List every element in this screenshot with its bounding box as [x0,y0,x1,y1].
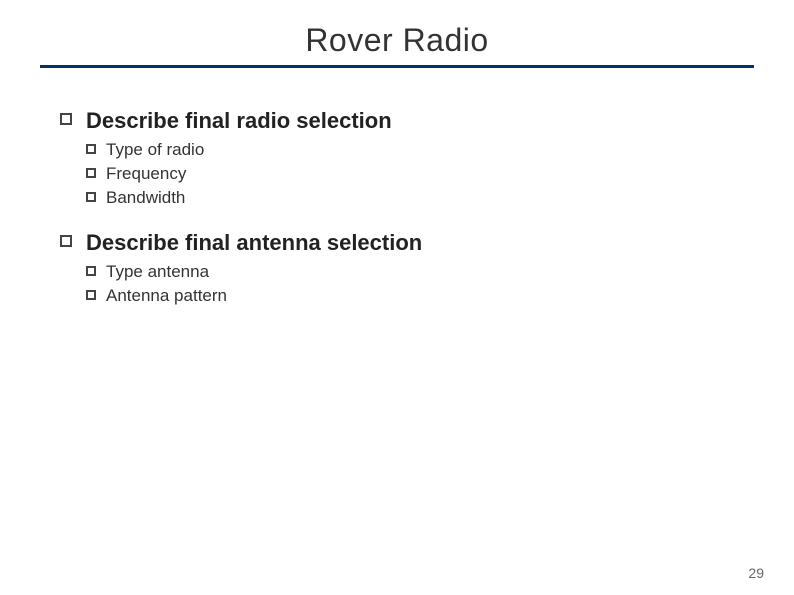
main-item-label: Describe final radio selection [86,108,734,134]
sub-list-item: Bandwidth [86,188,734,208]
content-area: Describe final radio selection Type of ra… [0,78,794,310]
sub-bullet [86,192,96,202]
sub-item-label: Antenna pattern [106,286,227,306]
sub-list: Type antenna Antenna pattern [86,262,734,306]
main-item-block: Describe final radio selection Type of ra… [86,108,734,212]
sub-list-item: Frequency [86,164,734,184]
sub-bullet [86,266,96,276]
page-number: 29 [748,565,764,581]
sub-list-item: Type of radio [86,140,734,160]
sub-list-item: Antenna pattern [86,286,734,306]
main-item-block: Describe final antenna selection Type ant… [86,230,734,310]
sub-bullet [86,144,96,154]
main-list-item: Describe final antenna selection Type ant… [60,230,734,310]
header: Rover Radio [0,0,794,78]
sub-list: Type of radio Frequency Bandwidth [86,140,734,208]
slide-title: Rover Radio [0,22,794,59]
sub-item-label: Type of radio [106,140,204,160]
main-item-label: Describe final antenna selection [86,230,734,256]
sub-list-item: Type antenna [86,262,734,282]
main-list-item: Describe final radio selection Type of ra… [60,108,734,212]
main-bullet [60,235,72,247]
sub-item-label: Frequency [106,164,186,184]
slide: Rover Radio Describe final radio selecti… [0,0,794,595]
sub-bullet [86,290,96,300]
main-bullet [60,113,72,125]
sub-item-label: Bandwidth [106,188,185,208]
main-list: Describe final radio selection Type of ra… [60,108,734,310]
header-divider [40,65,754,68]
sub-bullet [86,168,96,178]
sub-item-label: Type antenna [106,262,209,282]
